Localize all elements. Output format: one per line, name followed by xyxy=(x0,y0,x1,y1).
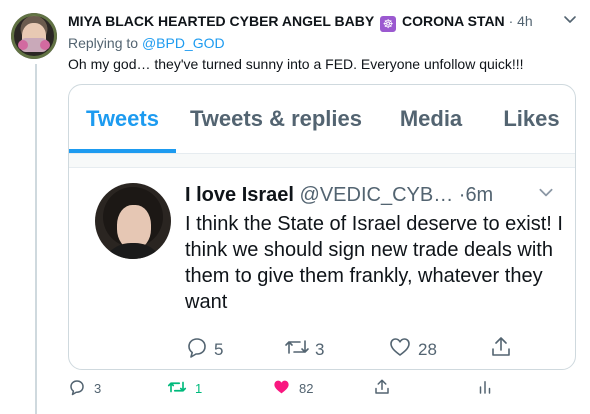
embedded-retweet: 3 xyxy=(284,335,324,364)
tabs-gap xyxy=(69,154,575,168)
tweet-text: Oh my god… they've turned sunny into a F… xyxy=(68,56,524,72)
replying-label: Replying to xyxy=(68,35,139,51)
embedded-reply-count: 5 xyxy=(214,339,224,359)
embedded-reply: 5 xyxy=(185,335,223,364)
embedded-retweet-icon xyxy=(284,335,315,364)
reply-icon xyxy=(68,378,94,399)
tab-likes[interactable]: Likes xyxy=(486,85,575,153)
embedded-reply-icon xyxy=(185,335,214,364)
analytics-icon xyxy=(476,378,502,399)
embedded-like-count: 28 xyxy=(418,339,437,359)
embedded-retweet-count: 3 xyxy=(315,339,325,359)
embedded-tweet-header: I love Israel @VEDIC_CYB… ·6m xyxy=(185,183,493,207)
like-button[interactable]: 82 xyxy=(272,378,313,399)
like-count: 82 xyxy=(299,381,314,396)
embedded-share xyxy=(489,335,518,364)
avatar[interactable] xyxy=(11,13,57,59)
tab-media[interactable]: Media xyxy=(376,85,486,153)
embedded-heart-icon xyxy=(387,335,418,364)
embedded-screenshot-card[interactable]: Tweets Tweets & replies Media Likes I lo… xyxy=(68,84,576,370)
avatar-ring xyxy=(11,13,57,59)
tweet-action-bar: 3 1 82 xyxy=(0,378,590,402)
wheel-of-dharma-icon: ☸ xyxy=(380,16,397,32)
retweet-count: 1 xyxy=(195,381,203,396)
embedded-tweet-text: I think the State of Israel deserve to e… xyxy=(185,213,563,313)
embedded-handle: @VEDIC_CYB… xyxy=(299,184,454,206)
embedded-share-icon xyxy=(489,335,518,364)
reply-count: 3 xyxy=(94,381,102,396)
retweet-icon xyxy=(167,378,195,399)
embedded-chevron-down-icon xyxy=(537,183,555,206)
display-name[interactable]: MIYA BLACK HEARTED CYBER ANGEL BABY xyxy=(68,13,374,29)
replying-to: Replying to @BPD_GOD xyxy=(68,35,225,51)
retweet-button[interactable]: 1 xyxy=(167,378,202,399)
chevron-down-icon[interactable] xyxy=(562,11,578,30)
thread-line xyxy=(35,64,37,414)
analytics-button[interactable] xyxy=(476,378,502,399)
share-button[interactable] xyxy=(373,378,399,399)
header-separator: · xyxy=(508,13,514,29)
embedded-like: 28 xyxy=(387,335,437,364)
tweet-time[interactable]: 4h xyxy=(517,13,533,29)
reply-button[interactable]: 3 xyxy=(68,378,101,399)
display-name-suffix[interactable]: CORONA STAN xyxy=(402,13,505,29)
embedded-avatar xyxy=(95,183,171,259)
embedded-action-bar: 5 3 28 xyxy=(69,335,575,364)
tab-tweets-and-replies[interactable]: Tweets & replies xyxy=(176,85,376,153)
embedded-display-name: I love Israel xyxy=(185,184,294,206)
replying-handle-link[interactable]: @BPD_GOD xyxy=(142,35,225,51)
tab-tweets[interactable]: Tweets xyxy=(69,85,176,153)
embedded-time: 6m xyxy=(465,184,494,206)
profile-tabs: Tweets Tweets & replies Media Likes xyxy=(69,85,575,153)
embedded-avatar-body xyxy=(101,243,165,259)
share-icon xyxy=(373,378,399,399)
tweet-header: MIYA BLACK HEARTED CYBER ANGEL BABY ☸ CO… xyxy=(68,12,533,32)
heart-icon xyxy=(272,378,299,399)
